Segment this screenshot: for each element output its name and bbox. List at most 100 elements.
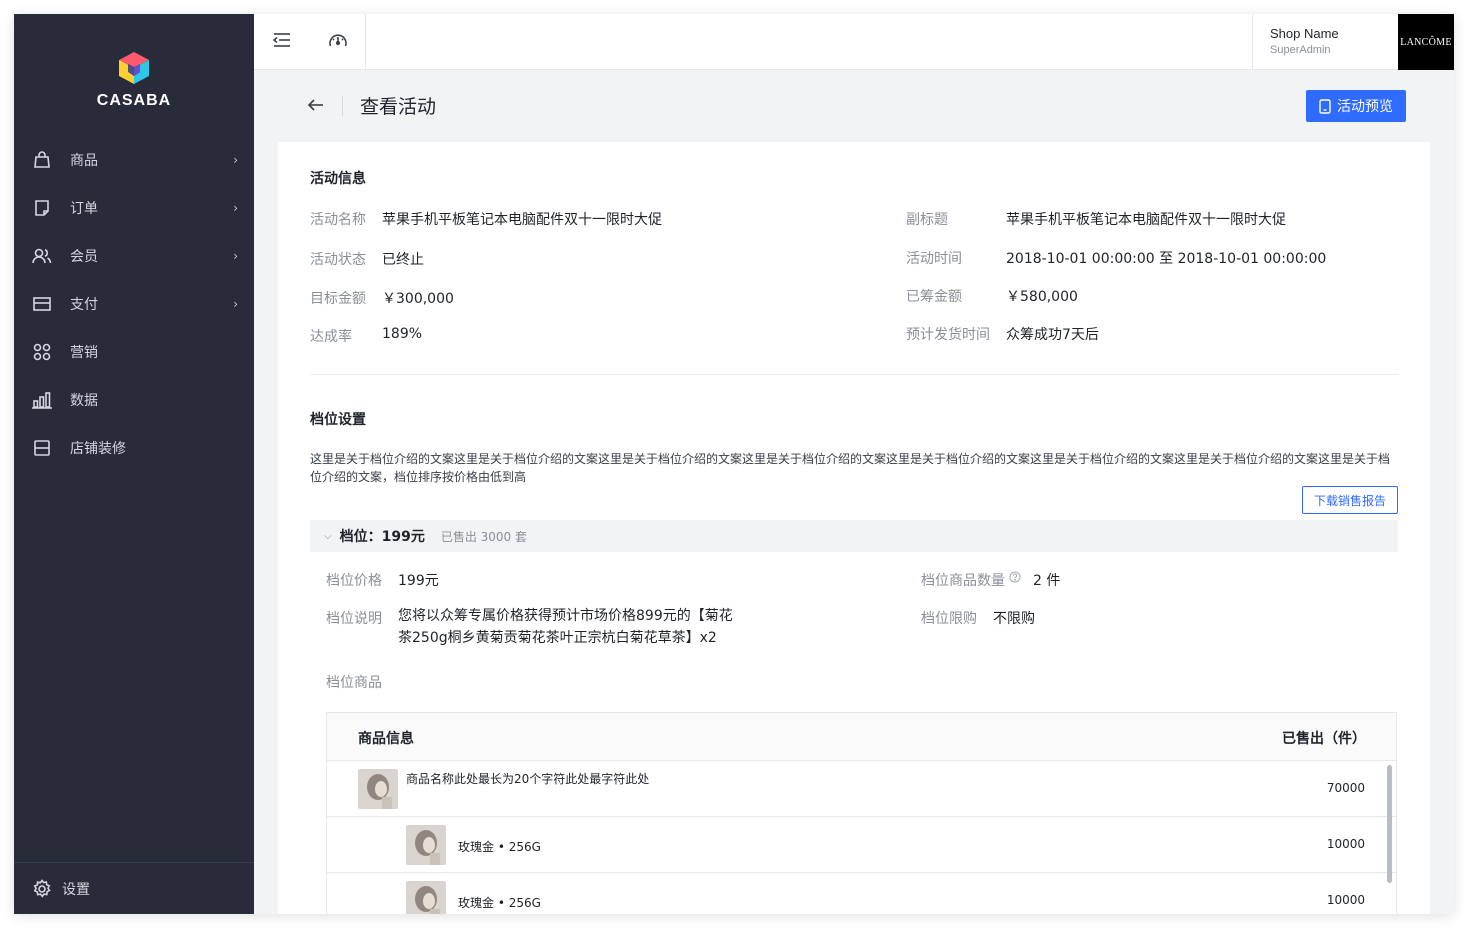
sidebar-item-store-design[interactable]: 店铺装修 bbox=[14, 424, 254, 472]
bar-chart-icon bbox=[32, 390, 52, 410]
chevron-right-icon: › bbox=[233, 153, 238, 167]
tier-intro-text: 这里是关于档位介绍的文案这里是关于档位介绍的文案这里是关于档位介绍的文案这里是关… bbox=[310, 452, 1391, 484]
gear-icon bbox=[32, 878, 52, 899]
field-label: 活动状态 bbox=[310, 252, 366, 268]
completion-rate-field: 达成率 189% bbox=[310, 326, 422, 346]
raised-amount-field: 已筹金额 ￥580,000 bbox=[906, 286, 1078, 306]
sidebar-item-label: 会员 bbox=[70, 249, 98, 265]
tier-goods-label-field: 档位商品 bbox=[326, 672, 382, 692]
chevron-right-icon: › bbox=[233, 249, 238, 263]
sku-name: 玫瑰金 • 256G bbox=[458, 840, 541, 854]
sku-thumbnail bbox=[406, 881, 446, 914]
table-header: 商品信息 已售出（件） bbox=[327, 713, 1396, 761]
card-icon bbox=[32, 294, 52, 314]
field-label: 副标题 bbox=[906, 212, 948, 228]
tier-collapse-header[interactable]: ⌵ 档位：199元 已售出 3000 套 bbox=[310, 520, 1398, 552]
layout-icon bbox=[32, 438, 52, 458]
tier-sold-count: 已售出 3000 套 bbox=[440, 529, 527, 544]
column-header-info: 商品信息 bbox=[358, 731, 414, 747]
sku-thumbnail bbox=[406, 825, 446, 865]
sidebar-item-orders[interactable]: 订单 › bbox=[14, 184, 254, 232]
sidebar-item-payment[interactable]: 支付 › bbox=[14, 280, 254, 328]
field-label: 档位说明 bbox=[326, 611, 382, 627]
tier-price-value: 199元 bbox=[398, 573, 439, 589]
members-icon bbox=[32, 246, 52, 266]
sidebar-item-products[interactable]: 商品 › bbox=[14, 136, 254, 184]
tier-description-line: 茶250g桐乡黄菊贡菊花茶叶正宗杭白菊花草茶】x2 bbox=[398, 630, 717, 646]
tier-goods-qty-field: 档位商品数量 2 件 bbox=[921, 570, 1060, 590]
sku-name: 玫瑰金 • 256G bbox=[458, 896, 541, 910]
menu-toggle-button[interactable] bbox=[254, 14, 310, 70]
tier-goods-qty-value: 2 件 bbox=[1033, 573, 1061, 589]
activity-info-title: 活动信息 bbox=[310, 171, 366, 187]
tier-name: 档位：199元 bbox=[339, 529, 425, 545]
menu-fold-icon bbox=[272, 32, 292, 52]
section-divider bbox=[310, 374, 1398, 375]
activity-name-value: 苹果手机平板笔记本电脑配件双十一限时大促 bbox=[382, 212, 662, 228]
field-label: 目标金额 bbox=[310, 291, 366, 307]
sku-sold-count: 10000 bbox=[1326, 893, 1365, 907]
activity-status-value: 已终止 bbox=[382, 252, 424, 268]
user-role: SuperAdmin bbox=[1270, 44, 1331, 56]
table-row[interactable]: 玫瑰金 • 256G 10000 bbox=[327, 817, 1396, 873]
ship-time-value: 众筹成功7天后 bbox=[1006, 327, 1099, 343]
field-label: 达成率 bbox=[310, 329, 352, 345]
activity-time-field: 活动时间 2018-10-01 00:00:00 至 2018-10-01 00… bbox=[906, 248, 1326, 268]
apps-icon bbox=[32, 342, 52, 362]
product-sold-count: 70000 bbox=[1326, 781, 1365, 795]
arrow-left-icon bbox=[307, 97, 325, 116]
product-thumbnail bbox=[358, 769, 398, 809]
table-row[interactable]: 玫瑰金 • 256G 10000 bbox=[327, 873, 1396, 914]
completion-rate-value: 189% bbox=[382, 326, 423, 342]
sidebar-item-label: 支付 bbox=[70, 297, 98, 313]
sidebar-item-label: 订单 bbox=[70, 201, 98, 217]
shop-avatar[interactable]: LANCÔME bbox=[1398, 14, 1454, 70]
tier-settings-title: 档位设置 bbox=[310, 412, 366, 428]
brand-logo[interactable]: CASABA bbox=[14, 50, 254, 110]
shopping-bag-icon bbox=[32, 150, 52, 170]
sidebar-item-settings[interactable]: 设置 bbox=[14, 862, 254, 914]
dashboard-button[interactable] bbox=[310, 14, 366, 70]
activity-time-value: 2018-10-01 00:00:00 至 2018-10-01 00:00:0… bbox=[1006, 251, 1327, 267]
download-sales-report-button[interactable]: 下载销售报告 bbox=[1302, 486, 1398, 514]
field-label: 活动名称 bbox=[310, 212, 366, 228]
sidebar-item-members[interactable]: 会员 › bbox=[14, 232, 254, 280]
target-amount-field: 目标金额 ￥300,000 bbox=[310, 288, 454, 308]
page-title: 查看活动 bbox=[360, 96, 437, 118]
page-header: 查看活动 活动预览 bbox=[254, 70, 1454, 142]
table-row[interactable]: 商品名称此处最长为20个字符此处最字符此处 70000 bbox=[327, 761, 1396, 817]
top-bar: Shop Name SuperAdmin LANCÔME bbox=[254, 14, 1454, 70]
sidebar-item-data[interactable]: 数据 bbox=[14, 376, 254, 424]
chevron-right-icon: › bbox=[233, 297, 238, 311]
sidebar-item-label: 店铺装修 bbox=[70, 441, 126, 457]
sidebar: CASABA 商品 › 订单 › 会员 › 支付 › 营销 数据 店铺装修 设置 bbox=[14, 14, 254, 914]
activity-status-field: 活动状态 已终止 bbox=[310, 249, 424, 269]
chevron-down-icon: ⌵ bbox=[324, 530, 332, 542]
product-name: 商品名称此处最长为20个字符此处最字符此处 bbox=[406, 772, 650, 786]
tier-description-line: 您将以众筹专属价格获得预计市场价格899元的【菊花 bbox=[398, 608, 733, 624]
settings-label: 设置 bbox=[62, 881, 90, 898]
tier-description-field: 档位说明 您将以众筹专属价格获得预计市场价格899元的【菊花 茶250g桐乡黄菊… bbox=[326, 608, 733, 649]
mobile-phone-icon bbox=[1319, 98, 1331, 114]
back-button[interactable] bbox=[304, 96, 328, 116]
header-divider bbox=[342, 96, 343, 116]
sidebar-item-marketing[interactable]: 营销 bbox=[14, 328, 254, 376]
activity-name-field: 活动名称 苹果手机平板笔记本电脑配件双十一限时大促 bbox=[310, 209, 662, 229]
tier-description-value: 您将以众筹专属价格获得预计市场价格899元的【菊花 茶250g桐乡黄菊贡菊花茶叶… bbox=[398, 605, 733, 649]
sidebar-item-label: 数据 bbox=[70, 393, 98, 409]
question-circle-icon[interactable] bbox=[1009, 571, 1021, 591]
casaba-cube-icon bbox=[116, 50, 152, 86]
field-label: 档位限购 bbox=[921, 611, 977, 627]
field-label: 活动时间 bbox=[906, 251, 962, 267]
activity-preview-button[interactable]: 活动预览 bbox=[1306, 90, 1406, 122]
order-doc-icon bbox=[32, 198, 52, 218]
account-menu[interactable]: Shop Name SuperAdmin bbox=[1252, 14, 1398, 70]
dashboard-gauge-icon bbox=[328, 31, 348, 53]
preview-button-label: 活动预览 bbox=[1337, 99, 1393, 115]
table-scrollbar[interactable] bbox=[1387, 765, 1392, 883]
field-label: 已筹金额 bbox=[906, 289, 962, 305]
field-label: 档位商品 bbox=[326, 675, 382, 691]
brand-name: CASABA bbox=[96, 92, 172, 109]
tier-limit-field: 档位限购 不限购 bbox=[921, 608, 1035, 628]
app-window: CASABA 商品 › 订单 › 会员 › 支付 › 营销 数据 店铺装修 设置… bbox=[14, 14, 1454, 914]
